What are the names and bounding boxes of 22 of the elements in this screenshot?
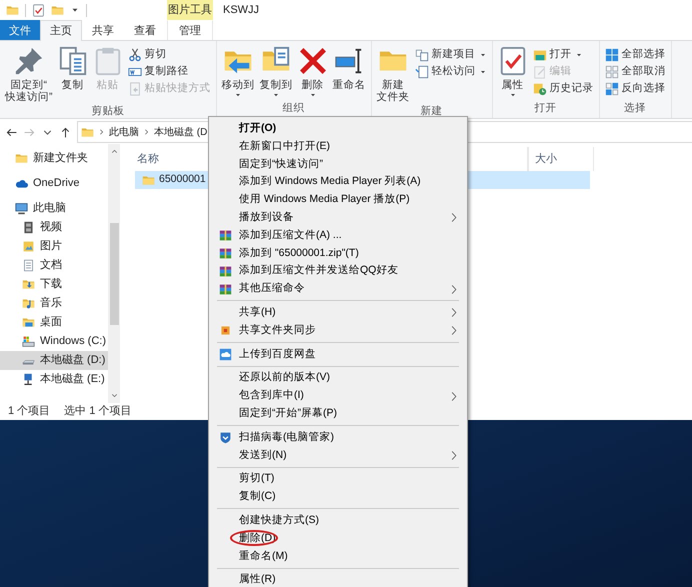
group-label: 打开 bbox=[534, 102, 556, 114]
nav-item-label: 此电脑 bbox=[33, 200, 66, 216]
nav-item-label: 音乐 bbox=[40, 296, 62, 312]
nav-item-label: Windows (C:) bbox=[40, 334, 106, 350]
nav-item-label: 本地磁盘 (E:) bbox=[40, 372, 105, 388]
window-title: KSWJJ bbox=[222, 3, 260, 18]
group-label: 新建 bbox=[420, 105, 442, 117]
nav-item-label: 文档 bbox=[40, 258, 62, 274]
nav-item-label: 本地磁盘 (D:) bbox=[40, 353, 106, 368]
status-text: 选中 1 个项目 bbox=[64, 404, 132, 420]
group-label: 组织 bbox=[282, 102, 304, 114]
nav-item-label: 桌面 bbox=[40, 314, 62, 330]
file-name: 65000001 bbox=[159, 172, 206, 188]
nav-item-label: 新建文件夹 bbox=[33, 150, 88, 166]
nav-item-label: 视频 bbox=[40, 220, 62, 236]
status-text: 1 个项目 bbox=[8, 404, 50, 420]
nav-item-label: OneDrive bbox=[33, 176, 80, 192]
nav-item-label: 图片 bbox=[40, 239, 62, 254]
group-label: 剪贴板 bbox=[91, 105, 124, 117]
contextual-tab-group: 图片工具 bbox=[167, 0, 213, 20]
group-label: 选择 bbox=[624, 102, 646, 114]
nav-item-label: 下载 bbox=[40, 277, 62, 292]
